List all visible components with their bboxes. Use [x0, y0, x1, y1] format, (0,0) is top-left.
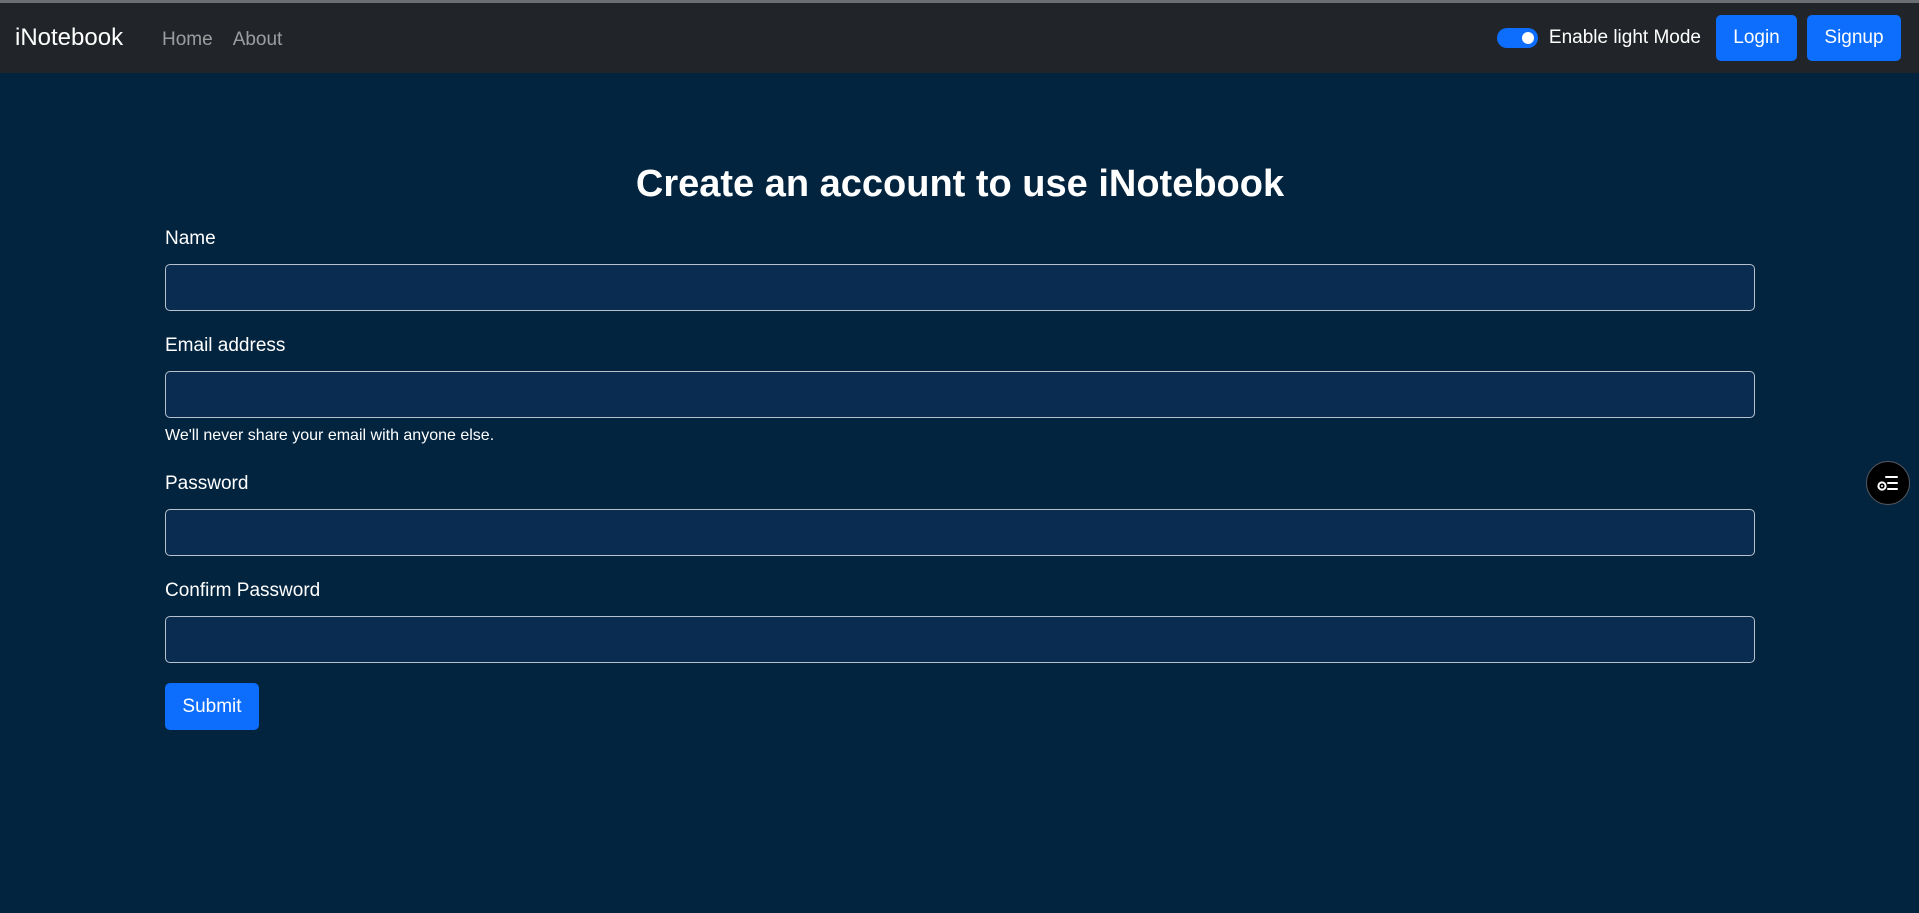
settings-list-icon: [1877, 476, 1898, 491]
page-title: Create an account to use iNotebook: [635, 163, 1285, 205]
login-button[interactable]: Login: [1716, 15, 1797, 61]
toggle-knob: [1521, 32, 1534, 44]
light-mode-toggle[interactable]: [1496, 28, 1538, 48]
signup-button[interactable]: Signup: [1807, 15, 1901, 61]
navbar: iNotebook Home About Enable light Mode L…: [0, 3, 1919, 73]
email-input[interactable]: [165, 371, 1755, 418]
confirm-password-label: Confirm Password: [165, 580, 321, 601]
floating-settings-button[interactable]: [1866, 461, 1910, 505]
nav-links: Home About: [162, 29, 282, 51]
name-label: Name: [165, 228, 216, 249]
confirm-password-input[interactable]: [165, 616, 1755, 663]
password-input[interactable]: [165, 509, 1755, 556]
submit-button[interactable]: Submit: [165, 683, 259, 730]
email-label: Email address: [165, 335, 286, 356]
name-input[interactable]: [165, 264, 1755, 311]
nav-link-about[interactable]: About: [233, 29, 283, 51]
email-help-text: We'll never share your email with anyone…: [165, 427, 495, 444]
brand-link[interactable]: iNotebook: [15, 24, 123, 52]
light-mode-label[interactable]: Enable light Mode: [1549, 27, 1701, 49]
nav-link-home[interactable]: Home: [162, 29, 213, 51]
nav-actions: Enable light Mode Login Signup: [1496, 15, 1901, 61]
password-label: Password: [165, 473, 249, 494]
